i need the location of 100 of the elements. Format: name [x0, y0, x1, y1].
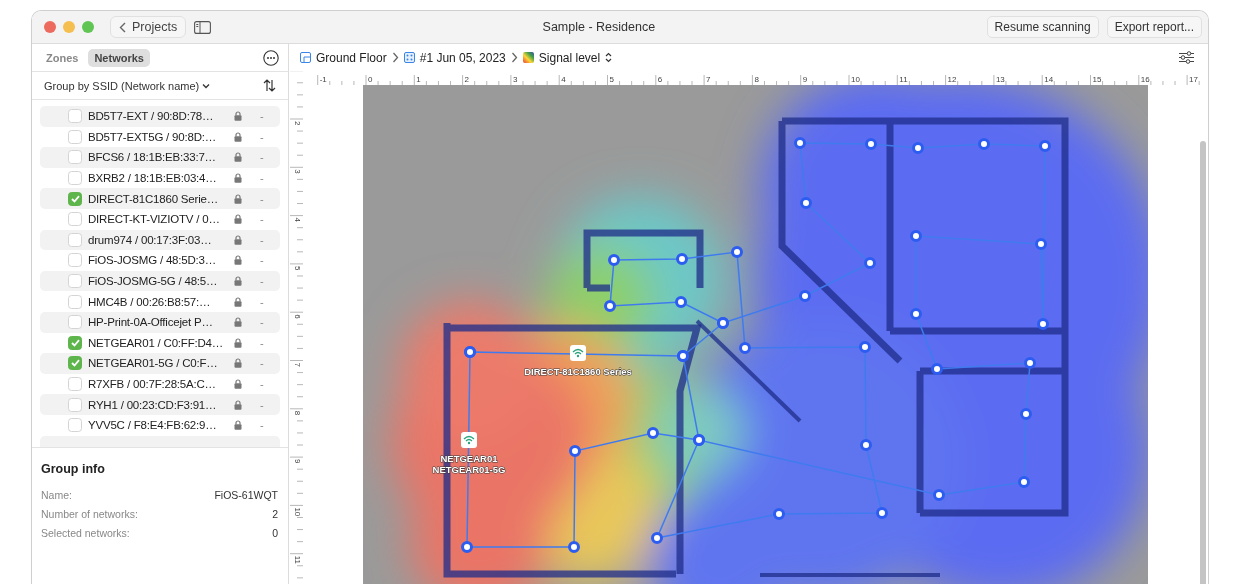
chevron-down-icon	[202, 82, 211, 89]
lock-icon	[234, 399, 242, 410]
checkbox[interactable]	[68, 335, 82, 350]
back-button[interactable]: Projects	[110, 16, 187, 38]
checkbox[interactable]	[68, 294, 82, 309]
ruler-label: 4	[293, 217, 302, 223]
ruler-label: 10	[851, 75, 860, 84]
ruler-label: -1	[319, 75, 327, 84]
floor-plan-icon	[300, 52, 311, 63]
signal-value: -	[260, 254, 264, 267]
ruler-label: 9	[802, 75, 808, 84]
ruler-label: 3	[293, 169, 302, 174]
ruler-label: 15	[1092, 75, 1102, 84]
network-name[interactable]: R7XFB / 00:7F:28:5A:C…	[88, 378, 228, 390]
network-name[interactable]: NETGEAR01 / C0:FF:D4…	[88, 336, 228, 349]
network-name[interactable]: RYH1 / 00:23:CD:F3:91…	[88, 398, 228, 411]
ruler-label: 3	[512, 75, 518, 84]
signal-value: -	[260, 233, 264, 246]
ruler-label: 2	[464, 75, 470, 84]
info-label: Name:	[41, 489, 72, 503]
minimize-button[interactable]	[63, 21, 75, 33]
ruler-label: 6	[657, 75, 663, 84]
network-name[interactable]: DIRECT-KT-VIZIOTV / 0…	[88, 213, 228, 226]
checkbox[interactable]	[68, 129, 82, 144]
network-name[interactable]: NETGEAR01-5G / C0:F…	[88, 357, 228, 370]
lock-icon	[234, 337, 242, 348]
lock-icon	[234, 255, 242, 266]
info-value: 2	[272, 508, 278, 522]
network-name[interactable]: BXRB2 / 18:1B:EB:03:4…	[88, 172, 228, 185]
ruler-label: 4	[561, 75, 566, 84]
settings-sliders-icon[interactable]	[1179, 51, 1194, 64]
ruler-label: 13	[995, 75, 1005, 84]
signal-value: -	[260, 275, 264, 288]
sidebar-toggle-icon[interactable]	[194, 20, 212, 34]
ruler-label: 2	[293, 121, 302, 126]
wifi-icon[interactable]	[570, 345, 586, 361]
lock-icon	[234, 152, 242, 163]
wifi-icon[interactable]	[461, 432, 477, 448]
up-down-chevron-icon[interactable]	[605, 52, 613, 63]
ruler-label: 9	[293, 459, 302, 464]
checkbox[interactable]	[68, 418, 82, 433]
checkbox[interactable]	[68, 397, 82, 412]
breadcrumb-item[interactable]: Signal level	[538, 50, 601, 65]
sidebar-tab[interactable]: Networks	[88, 48, 150, 67]
lock-icon	[234, 379, 242, 389]
lock-icon	[234, 131, 242, 142]
lock-icon	[234, 317, 242, 328]
color-gradient-icon	[522, 52, 534, 63]
network-name[interactable]: FiOS-JOSMG / 48:5D:3…	[88, 254, 228, 267]
toolbar-button[interactable]: Resume scanning	[986, 16, 1099, 38]
more-icon[interactable]	[263, 49, 279, 66]
checkbox[interactable]	[68, 253, 82, 268]
network-name[interactable]: BD5T7-EXT5G / 90:8D:…	[88, 130, 228, 143]
network-name[interactable]: drum974 / 00:17:3F:03…	[88, 233, 228, 246]
sidebar-tab[interactable]: Zones	[40, 48, 85, 67]
signal-value: -	[260, 419, 264, 432]
ruler-label: 7	[293, 362, 302, 367]
network-name[interactable]: HMC4B / 00:26:B8:57:…	[88, 295, 228, 308]
breadcrumb-item[interactable]: #1 Jun 05, 2023	[419, 50, 506, 65]
checkbox[interactable]	[68, 109, 82, 124]
group-by-dropdown[interactable]: Group by SSID (Network name)	[44, 79, 211, 92]
sort-icon[interactable]	[263, 79, 276, 92]
checkbox[interactable]	[68, 171, 82, 186]
ruler-label: 10	[293, 507, 302, 517]
survey-grid-icon	[403, 52, 415, 63]
scrollbar[interactable]	[1200, 141, 1206, 584]
checkbox[interactable]	[68, 274, 82, 289]
checkbox[interactable]	[68, 315, 82, 330]
network-name[interactable]: YVV5C / F8:E4:FB:62:9…	[88, 419, 228, 432]
checkbox[interactable]	[68, 377, 82, 391]
checkbox[interactable]	[68, 356, 82, 371]
group-info-heading: Group info	[41, 462, 106, 476]
ruler-label: 16	[1140, 75, 1150, 84]
checkbox[interactable]	[68, 150, 82, 165]
signal-value: -	[260, 398, 264, 411]
ruler-label: 17	[1189, 75, 1198, 84]
close-button[interactable]	[44, 21, 56, 33]
signal-value: -	[260, 357, 264, 370]
info-value: 0	[272, 527, 278, 541]
network-name[interactable]: FiOS-JOSMG-5G / 48:5…	[88, 275, 228, 288]
lock-icon	[234, 420, 242, 431]
network-name[interactable]: BD5T7-EXT / 90:8D:78…	[88, 110, 228, 123]
network-name[interactable]: HP-Print-0A-Officejet P…	[88, 316, 228, 329]
signal-value: -	[260, 172, 264, 185]
chevron-right-icon	[510, 52, 518, 63]
checkbox[interactable]	[68, 212, 82, 227]
network-name[interactable]: DIRECT-81C1860 Serie…	[88, 192, 228, 205]
signal-value: -	[260, 110, 264, 123]
checkbox[interactable]	[68, 232, 82, 247]
ruler-label: 14	[1044, 75, 1054, 84]
network-name[interactable]: BFCS6 / 18:1B:EB:33:7…	[88, 151, 228, 164]
checkbox[interactable]	[68, 191, 82, 206]
zoom-button[interactable]	[82, 21, 94, 33]
ruler-label: 5	[609, 75, 614, 84]
ruler-label: 7	[706, 75, 711, 84]
toolbar-button[interactable]: Export report...	[1106, 16, 1202, 38]
info-label: Selected networks:	[41, 527, 130, 541]
ruler-label: 0	[368, 75, 373, 84]
ruler-label: 5	[293, 265, 302, 271]
breadcrumb-item[interactable]: Ground Floor	[316, 50, 387, 65]
